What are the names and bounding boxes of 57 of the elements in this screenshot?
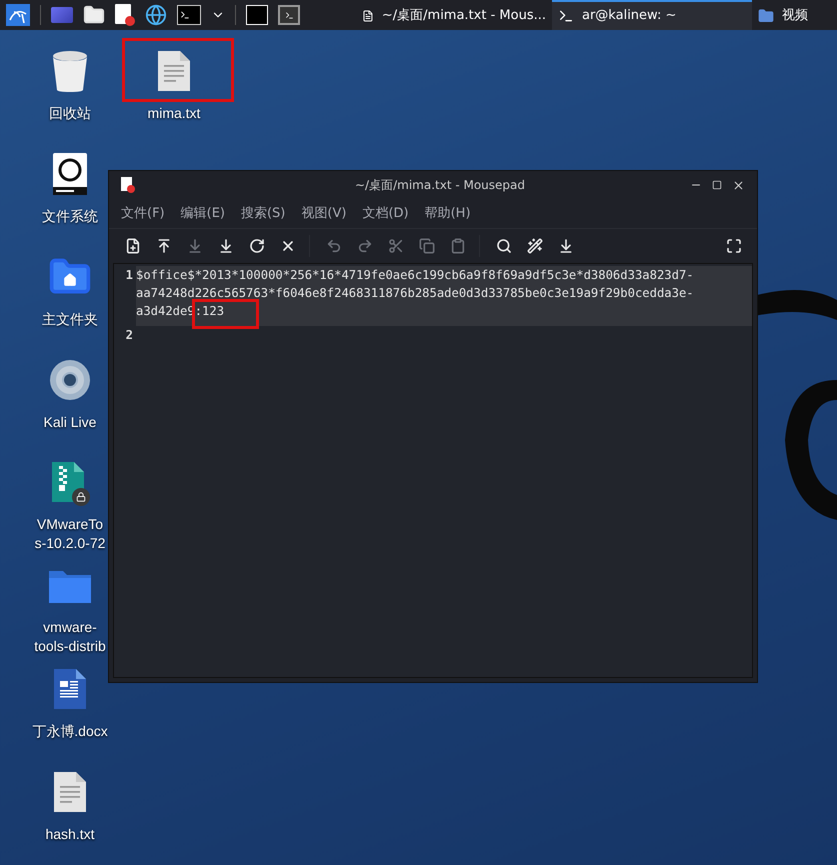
dragon-logo-icon[interactable]: [6, 4, 30, 26]
text-file-icon: [52, 770, 88, 814]
code-text: :123: [194, 302, 256, 326]
desktop-icon-label[interactable]: 主文件夹: [42, 310, 98, 329]
disc-icon: [49, 359, 91, 401]
desktop-icon-label[interactable]: 丁永博.docx: [32, 722, 108, 741]
fullscreen-icon: [726, 238, 742, 254]
scissors-icon: [388, 238, 404, 254]
globe-icon[interactable]: [145, 4, 167, 26]
menu-item[interactable]: 帮助(H): [418, 204, 477, 224]
desktop-icon-label[interactable]: hash.txt: [45, 825, 95, 844]
desktop-icon-label[interactable]: 回收站: [49, 104, 91, 123]
menu-item[interactable]: 文档(D): [356, 204, 415, 224]
text-editor-icon[interactable]: [115, 4, 135, 26]
trash-icon: [51, 49, 89, 93]
folder-icon: [758, 8, 774, 24]
code-text: aa74248d226c565763*f6046e8f2468311876b285ade0d3d33785be0c3e19a9f29b0cedda3e-: [136, 285, 694, 302]
redo-icon: [356, 238, 372, 254]
download-icon: [186, 238, 202, 254]
code-text: $office$*2013*100000*256*16*4719fe0ae6c199cb6a9f8f69a9df5c3e*d3806d33a823d7-: [136, 267, 694, 284]
document-icon: [52, 667, 88, 711]
line-number: 2: [124, 327, 134, 344]
drive-icon: [52, 152, 88, 196]
menu-item[interactable]: 视图(V): [295, 204, 352, 224]
desktop-icon-label[interactable]: 文件系统: [42, 207, 98, 226]
menu-item[interactable]: 文件(F): [115, 204, 171, 224]
text-editor-icon: [121, 177, 135, 193]
reload-icon: [248, 238, 264, 254]
terminal-icon: [558, 8, 574, 24]
folder-icon[interactable]: [83, 4, 105, 26]
desktop-icon-label[interactable]: VMwareTo s-10.2.0-72: [34, 515, 106, 553]
document-icon: [362, 8, 374, 24]
search-icon: [496, 238, 512, 254]
text-file-icon: [156, 49, 192, 93]
menu-item[interactable]: 编辑(E): [174, 204, 231, 224]
new-file-icon: [124, 238, 140, 254]
desktop-icon-label[interactable]: mima.txt: [148, 104, 200, 123]
taskbar-task-button[interactable]: 视频: [752, 0, 837, 30]
clipboard-icon: [450, 238, 466, 254]
maximize-icon[interactable]: [712, 180, 722, 190]
upload-icon: [156, 238, 172, 254]
terminal-icon[interactable]: [177, 5, 201, 25]
workspace-thumbnail[interactable]: [278, 5, 300, 25]
wand-icon: [526, 238, 542, 254]
window-title: ~/桌面/mima.txt - Mousepad: [354, 177, 526, 194]
taskbar-task-button[interactable]: ar@kalinew: ~: [552, 0, 752, 30]
undo-icon: [326, 238, 342, 254]
locked-archive-icon: [50, 460, 90, 506]
desktop-icon-label[interactable]: vmware- tools-distrib: [34, 618, 106, 656]
save-as-icon: [218, 238, 234, 254]
copy-icon: [418, 238, 434, 254]
taskbar-task-button[interactable]: ~/桌面/mima.txt - Mous...: [356, 0, 552, 30]
desktop-icon-label[interactable]: Kali Live: [44, 413, 96, 432]
menu-item[interactable]: 搜索(S): [234, 204, 292, 224]
line-number: 1: [124, 267, 134, 284]
home-folder-icon: [48, 259, 92, 295]
close-icon[interactable]: [732, 178, 745, 192]
